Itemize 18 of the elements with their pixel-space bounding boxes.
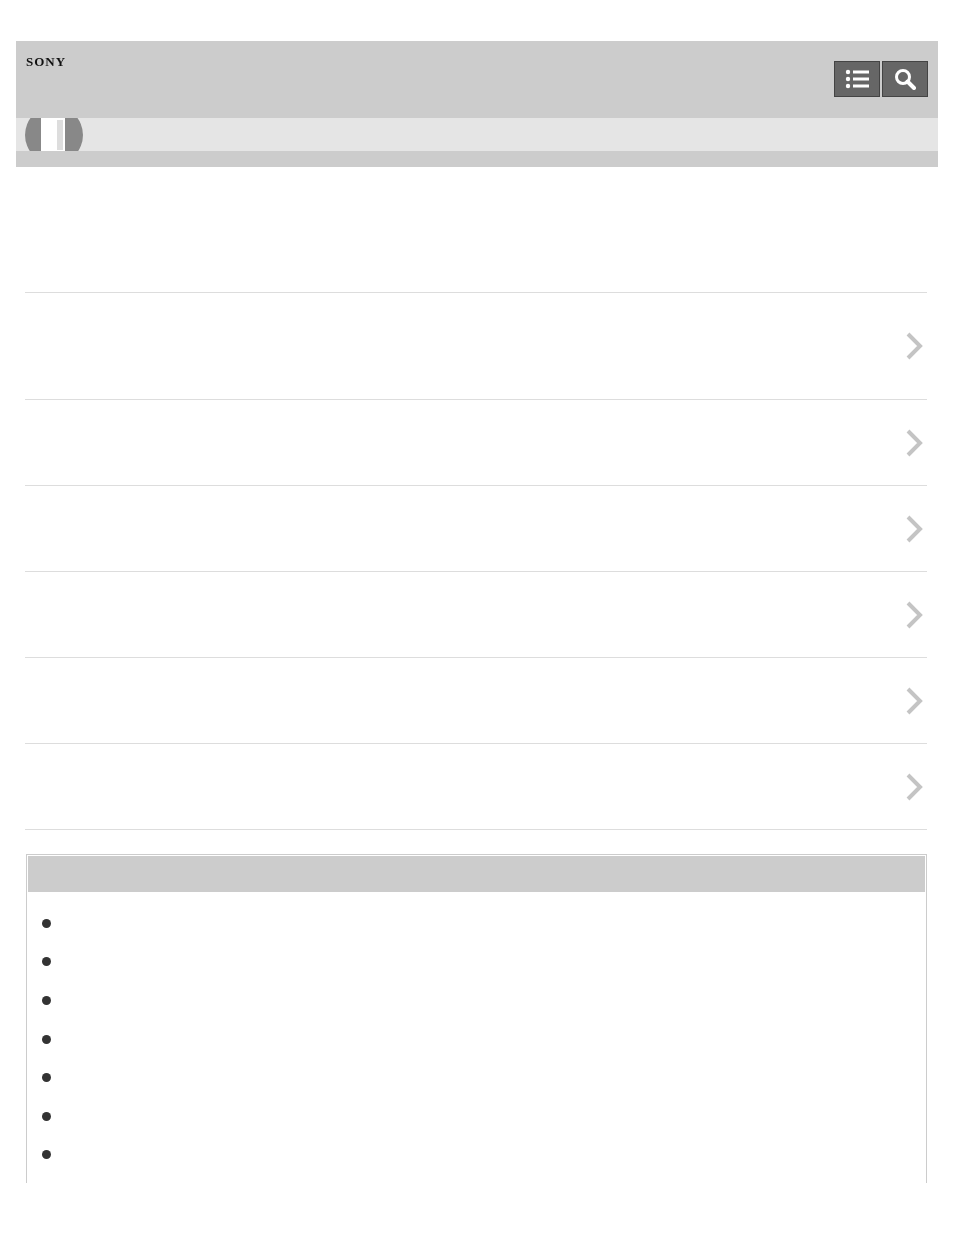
chevron-right-icon <box>905 427 923 458</box>
search-button[interactable] <box>882 61 928 97</box>
bullet-icon <box>42 1034 51 1044</box>
bullet-icon <box>42 1150 51 1160</box>
list-icon <box>845 69 869 89</box>
chevron-right-icon <box>905 513 923 544</box>
chevron-right-icon <box>905 685 923 716</box>
menu-button[interactable] <box>834 61 880 97</box>
bullet-icon <box>42 918 51 928</box>
chevron-right-icon <box>905 331 923 361</box>
logo: SONY <box>26 54 67 70</box>
bullet-icon <box>42 1073 51 1083</box>
bullet-icon <box>42 1111 51 1121</box>
search-icon <box>894 68 916 90</box>
bullet-icon <box>42 957 51 967</box>
chevron-right-icon <box>905 599 923 630</box>
chevron-right-icon <box>905 771 923 802</box>
bullet-icon <box>42 996 51 1005</box>
